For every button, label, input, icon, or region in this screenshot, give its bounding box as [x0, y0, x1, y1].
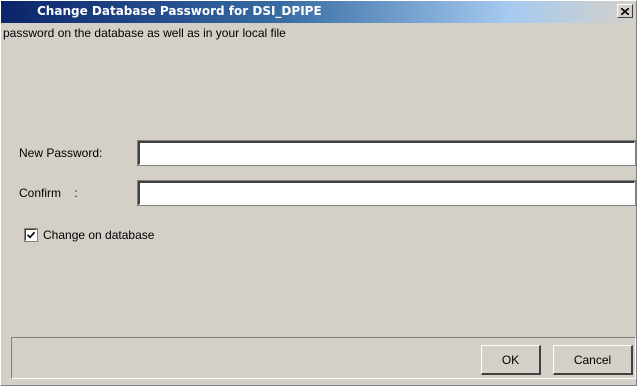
change-password-dialog: Change Database Password for DSI_DPIPE p…	[0, 0, 637, 386]
close-icon	[621, 7, 629, 15]
title-bar[interactable]: Change Database Password for DSI_DPIPE	[1, 1, 636, 23]
change-on-database-checkbox[interactable]	[24, 228, 38, 242]
close-button[interactable]	[617, 4, 633, 18]
cancel-button[interactable]: Cancel	[553, 345, 633, 375]
ok-button[interactable]: OK	[481, 345, 541, 375]
new-password-field[interactable]	[137, 140, 636, 166]
checkmark-icon	[26, 228, 36, 242]
button-panel	[11, 337, 636, 379]
change-on-database-label: Change on database	[43, 228, 155, 242]
dialog-title: Change Database Password for DSI_DPIPE	[37, 4, 322, 18]
confirm-password-field[interactable]	[137, 180, 636, 206]
confirm-label: Confirm :	[19, 186, 78, 200]
info-message: password on the database as well as in y…	[3, 26, 286, 40]
new-password-label: New Password:	[19, 146, 103, 160]
change-on-database-option[interactable]: Change on database	[24, 228, 155, 242]
